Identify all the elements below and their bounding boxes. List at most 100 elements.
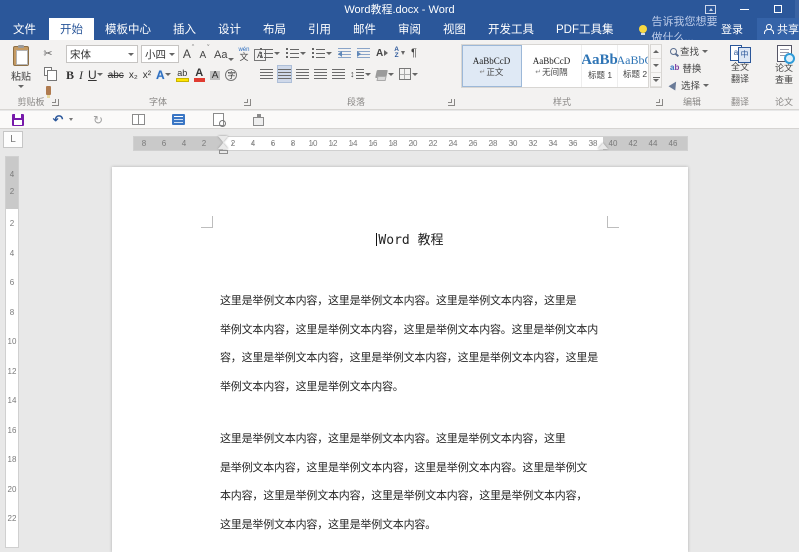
tab-file[interactable]: 文件 <box>0 18 49 40</box>
horizontal-ruler[interactable]: 8642 2468101214161820222426283032343638 … <box>133 136 688 151</box>
italic-button[interactable]: I <box>79 68 83 83</box>
style-card[interactable]: AaBbCcD ↵正文 <box>462 45 522 87</box>
show-paragraph-marks-button[interactable]: ¶ <box>411 45 417 61</box>
undo-button[interactable] <box>50 112 66 128</box>
font-color-button[interactable]: A <box>194 69 205 82</box>
ruler-number: 20 <box>403 137 423 150</box>
increase-indent-button[interactable] <box>357 45 370 61</box>
minimize-button[interactable] <box>727 0 761 18</box>
two-page-view-button[interactable] <box>130 112 146 128</box>
paragraph-2[interactable]: 这里是举例文本内容，这里是举例文本内容。这里是举例文本内容，这里是举例文本内容，… <box>220 425 610 540</box>
read-mode-button[interactable] <box>170 112 186 128</box>
ribbon-tab[interactable]: 开始 <box>49 18 94 40</box>
hanging-indent-marker[interactable] <box>218 143 228 149</box>
justify-button[interactable] <box>314 66 327 82</box>
paste-special-button[interactable] <box>250 112 266 128</box>
document-heading[interactable]: Word 教程 <box>213 229 607 248</box>
strikethrough-button[interactable]: abc <box>108 70 124 81</box>
sign-in-button[interactable]: 登录 <box>721 21 743 37</box>
ribbon-tab[interactable]: 邮件 <box>342 18 387 40</box>
left-indent-marker[interactable] <box>219 150 228 154</box>
font-dialog-launcher[interactable] <box>244 99 251 106</box>
paste-button[interactable]: 粘贴 <box>5 44 37 100</box>
text-line: 这里是举例文本内容，这里是举例文本内容。这里是举例文本内容，这里是 <box>220 287 610 316</box>
document-page[interactable]: Word 教程 这里是举例文本内容，这里是举例文本内容。这里是举例文本内容，这里… <box>112 167 688 552</box>
full-text-translate-button[interactable]: 全文 翻译 <box>721 43 759 97</box>
gallery-more-button[interactable] <box>651 73 661 87</box>
character-shading-button[interactable]: A <box>210 71 221 80</box>
superscript-button[interactable]: x² <box>143 70 151 81</box>
save-icon <box>12 114 24 126</box>
grow-font-button[interactable]: Aˆ <box>182 45 195 63</box>
copy-button[interactable] <box>40 65 56 78</box>
redo-button[interactable] <box>90 112 106 128</box>
bold-button[interactable]: B <box>66 68 74 83</box>
numbering-button[interactable] <box>286 45 306 61</box>
change-case-button[interactable]: Aa <box>214 45 234 63</box>
text-line: 这里是举例文本内容，这里是举例文本内容。这里是举例文本内容，这里 <box>220 425 610 454</box>
paragraph-dialog-launcher[interactable] <box>448 99 455 106</box>
share-button[interactable]: 共享 <box>757 18 799 40</box>
clipboard-dialog-launcher[interactable] <box>52 99 59 106</box>
ribbon-tab[interactable]: 模板中心 <box>94 18 162 40</box>
print-preview-button[interactable] <box>210 112 226 128</box>
style-card[interactable]: AaBb 标题 1 <box>582 45 618 87</box>
decrease-indent-icon <box>338 48 351 59</box>
ribbon-tab[interactable]: 插入 <box>162 18 207 40</box>
ribbon-tab[interactable]: PDF工具集 <box>545 18 625 40</box>
enclose-characters-button[interactable]: 字 <box>225 69 237 81</box>
shading-button[interactable] <box>376 66 394 82</box>
chevron-down-icon <box>169 53 175 56</box>
right-indent-marker[interactable] <box>598 143 608 149</box>
align-right-button[interactable] <box>296 66 309 82</box>
bullets-button[interactable] <box>260 45 280 61</box>
ribbon-tab[interactable]: 审阅 <box>387 18 432 40</box>
style-preview: AaBbCcD <box>473 56 511 66</box>
highlight-color-button[interactable]: ab <box>176 69 189 82</box>
ribbon-tab[interactable]: 视图 <box>432 18 477 40</box>
style-card[interactable]: AaBbC 标题 2 <box>618 45 649 87</box>
find-button[interactable]: 查找 <box>670 44 709 58</box>
vertical-ruler[interactable]: 42 246810121416182022 <box>5 156 19 548</box>
paper-check-button[interactable]: 论文 查重 <box>765 43 799 97</box>
tab-stop-selector[interactable]: L <box>3 131 23 148</box>
shrink-mark: ˇ <box>207 45 209 52</box>
styles-dialog-launcher[interactable] <box>656 99 663 106</box>
close-button[interactable] <box>795 0 799 18</box>
distribute-button[interactable] <box>332 66 345 82</box>
borders-button[interactable] <box>399 66 418 82</box>
underline-button[interactable]: U <box>88 66 103 84</box>
font-size-combobox[interactable]: 小四 <box>141 45 179 63</box>
paragraph-1[interactable]: 这里是举例文本内容，这里是举例文本内容。这里是举例文本内容，这里是举例文本内容，… <box>220 287 610 402</box>
ribbon-tab[interactable]: 设计 <box>207 18 252 40</box>
maximize-button[interactable] <box>761 0 795 18</box>
gallery-scroll-down-button[interactable] <box>651 59 661 73</box>
sort-button[interactable]: AZ <box>394 45 405 61</box>
line-spacing-button[interactable]: ↕ <box>350 66 371 82</box>
read-mode-icon <box>172 114 185 125</box>
save-button[interactable] <box>10 112 26 128</box>
gallery-scroll-up-button[interactable] <box>651 45 661 59</box>
ruler-number: 16 <box>8 416 17 446</box>
first-line-indent-marker[interactable] <box>218 136 228 142</box>
style-card[interactable]: AaBbCcD ↵无间隔 <box>522 45 582 87</box>
shrink-font-button[interactable]: Aˇ <box>198 45 211 63</box>
ribbon-tab[interactable]: 开发工具 <box>477 18 545 40</box>
decrease-indent-button[interactable] <box>338 45 351 61</box>
ribbon-tab[interactable]: 布局 <box>252 18 297 40</box>
multilevel-list-button[interactable] <box>312 45 332 61</box>
align-left-button[interactable] <box>260 66 273 82</box>
tell-me-box[interactable]: 告诉我您想要做什么... <box>625 18 722 40</box>
select-button[interactable]: 选择 <box>670 78 709 92</box>
grow-mark: ˆ <box>192 45 194 52</box>
cut-button[interactable] <box>40 46 56 59</box>
align-center-button[interactable] <box>278 66 291 82</box>
font-family-combobox[interactable]: 宋体 <box>66 45 138 63</box>
subscript-button[interactable]: x₂ <box>129 70 138 81</box>
phonetic-guide-button[interactable]: wén文 <box>237 45 250 63</box>
replace-button[interactable]: ab替换 <box>670 61 709 75</box>
ruler-number: 12 <box>323 137 343 150</box>
asian-layout-button[interactable]: A <box>376 45 388 61</box>
ribbon-tab[interactable]: 引用 <box>297 18 342 40</box>
text-effects-button[interactable]: A <box>156 66 171 84</box>
